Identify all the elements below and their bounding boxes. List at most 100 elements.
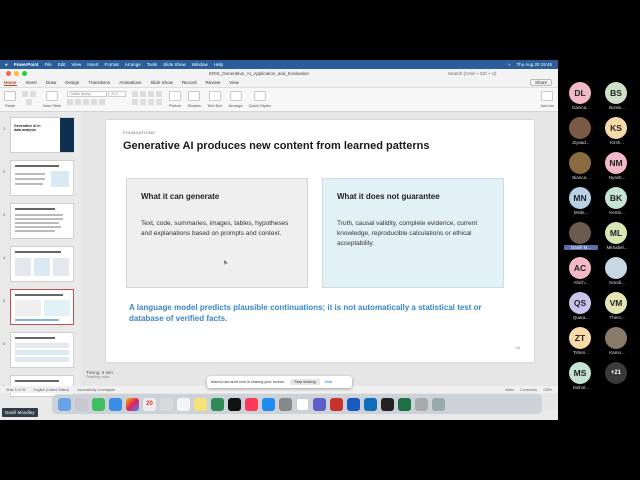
messages-icon[interactable]: [92, 397, 105, 411]
align-right-icon[interactable]: [148, 99, 155, 105]
new-slide-icon[interactable]: [46, 91, 58, 101]
tv-app-icon[interactable]: [228, 397, 241, 411]
participant-tile[interactable]: VM Them...: [600, 292, 634, 322]
excel-icon[interactable]: [398, 397, 411, 411]
does-not-guarantee-card[interactable]: What it does not guarantee Truth, causal…: [322, 178, 504, 288]
trash-icon[interactable]: [432, 397, 445, 411]
accessibility-indicator[interactable]: Accessibility: Investigate: [77, 388, 115, 392]
mail-icon[interactable]: [109, 397, 122, 411]
teams-icon[interactable]: [313, 397, 326, 411]
paste-icon[interactable]: [4, 91, 16, 101]
powerpoint-icon[interactable]: [330, 397, 343, 411]
outdent-icon[interactable]: [156, 91, 163, 97]
participant-tile[interactable]: ML Mkhabel...: [600, 222, 634, 252]
participant-tile[interactable]: Nondi...: [600, 257, 634, 287]
participant-tile[interactable]: DL Danica...: [564, 82, 598, 112]
tab-draw[interactable]: Draw: [46, 80, 57, 85]
can-generate-card[interactable]: What it can generate Text, code, summari…: [126, 178, 308, 288]
slide-thumbnail-5[interactable]: [10, 289, 74, 325]
hide-banner-button[interactable]: Hide: [325, 380, 333, 384]
participant-tile[interactable]: Bianca...: [564, 152, 598, 182]
current-slide[interactable]: FOUNDATIONS Generative AI produces new c…: [106, 120, 534, 362]
numbering-icon[interactable]: [140, 91, 147, 97]
menu-arrange[interactable]: Arrange: [125, 62, 141, 67]
system-settings-icon[interactable]: [279, 397, 292, 411]
slide-thumbnail-6[interactable]: [10, 332, 74, 368]
participant-tile[interactable]: NM Nyash...: [600, 152, 634, 182]
language-indicator[interactable]: English (United States): [33, 388, 69, 392]
participant-tile[interactable]: Kamo...: [600, 327, 634, 357]
tab-insert[interactable]: Insert: [26, 80, 37, 85]
underline-icon[interactable]: [83, 99, 90, 105]
launchpad-icon[interactable]: [75, 397, 88, 411]
participant-tile[interactable]: QS Quara...: [564, 292, 598, 322]
notes-app-icon[interactable]: [194, 397, 207, 411]
tab-view[interactable]: View: [229, 80, 239, 85]
indent-icon[interactable]: [148, 91, 155, 97]
bullets-icon[interactable]: [132, 91, 139, 97]
more-participants-button[interactable]: +21: [605, 362, 627, 384]
notes-toggle-button[interactable]: Notes: [505, 388, 514, 392]
comments-toggle-button[interactable]: Comments: [520, 388, 537, 392]
slide-thumbnail-2[interactable]: [10, 160, 74, 196]
italic-icon[interactable]: [75, 99, 82, 105]
menu-window[interactable]: Window: [192, 62, 208, 67]
slide-thumbnail-1[interactable]: Generative AI in data analysis: [10, 117, 74, 153]
strikethrough-icon[interactable]: [91, 99, 98, 105]
slide-thumbnail-4[interactable]: [10, 246, 74, 282]
font-name-select[interactable]: Calibri (Body): [67, 91, 108, 97]
downloads-folder-icon[interactable]: [415, 397, 428, 411]
music-app-icon[interactable]: [245, 397, 258, 411]
tab-animations[interactable]: Animations: [119, 80, 141, 85]
vscode-icon[interactable]: [364, 397, 377, 411]
menu-tools[interactable]: Tools: [147, 62, 158, 67]
slide-thumbnail-3[interactable]: [10, 203, 74, 239]
zoom-window-icon[interactable]: [22, 71, 27, 76]
freeform-icon[interactable]: [211, 397, 224, 411]
reminders-icon[interactable]: [177, 397, 190, 411]
align-left-icon[interactable]: [132, 99, 139, 105]
menu-view[interactable]: View: [72, 62, 82, 67]
zoom-level[interactable]: 138%: [543, 388, 552, 392]
font-color-icon[interactable]: [99, 99, 106, 105]
tab-review[interactable]: Review: [205, 80, 220, 85]
picture-icon[interactable]: [169, 91, 182, 101]
tab-design[interactable]: Design: [65, 80, 79, 85]
shapes-icon[interactable]: [188, 91, 201, 101]
tab-record[interactable]: Record: [182, 80, 197, 85]
participant-tile[interactable]: Ziyaad...: [564, 117, 598, 147]
add-ins-icon[interactable]: [541, 91, 554, 101]
text-box-icon[interactable]: [208, 91, 221, 101]
menubar-clock[interactable]: Thu Aug 20 19:46: [516, 62, 558, 67]
finder-icon[interactable]: [58, 397, 71, 411]
menu-edit[interactable]: Edit: [58, 62, 66, 67]
terminal-icon[interactable]: [381, 397, 394, 411]
participant-tile[interactable]: MN Msibi...: [564, 187, 598, 217]
copy-icon[interactable]: [30, 91, 36, 97]
app-store-icon[interactable]: [262, 397, 275, 411]
participant-tile[interactable]: AC Ahich...: [564, 257, 598, 287]
quick-styles-icon[interactable]: [253, 91, 266, 101]
wifi-icon[interactable]: ≈: [508, 62, 510, 67]
font-size-select[interactable]: 20.0: [108, 91, 127, 97]
minimize-window-icon[interactable]: [14, 71, 19, 76]
participant-tile[interactable]: BS Bonisi...: [600, 82, 634, 112]
photos-icon[interactable]: [126, 397, 139, 411]
menu-app-name[interactable]: PowerPoint: [14, 62, 39, 67]
menu-format[interactable]: Format: [104, 62, 118, 67]
apple-icon[interactable]: ●: [5, 62, 8, 67]
share-button[interactable]: Share: [529, 79, 552, 86]
chrome-icon[interactable]: [296, 397, 309, 411]
menu-slide-show[interactable]: Slide Show: [163, 62, 186, 67]
word-icon[interactable]: [347, 397, 360, 411]
participant-tile[interactable]: Danill M...: [564, 222, 598, 252]
cut-icon[interactable]: [22, 91, 28, 97]
menu-insert[interactable]: Insert: [87, 62, 98, 67]
participant-tile[interactable]: +21: [600, 362, 634, 392]
stop-sharing-button[interactable]: Stop sharing: [290, 379, 320, 385]
contacts-icon[interactable]: [160, 397, 173, 411]
calendar-icon[interactable]: 20: [143, 397, 156, 411]
menu-help[interactable]: Help: [214, 62, 223, 67]
menu-file[interactable]: File: [44, 62, 51, 67]
search-input[interactable]: Search (Cmd + Ctrl + U): [448, 71, 558, 76]
